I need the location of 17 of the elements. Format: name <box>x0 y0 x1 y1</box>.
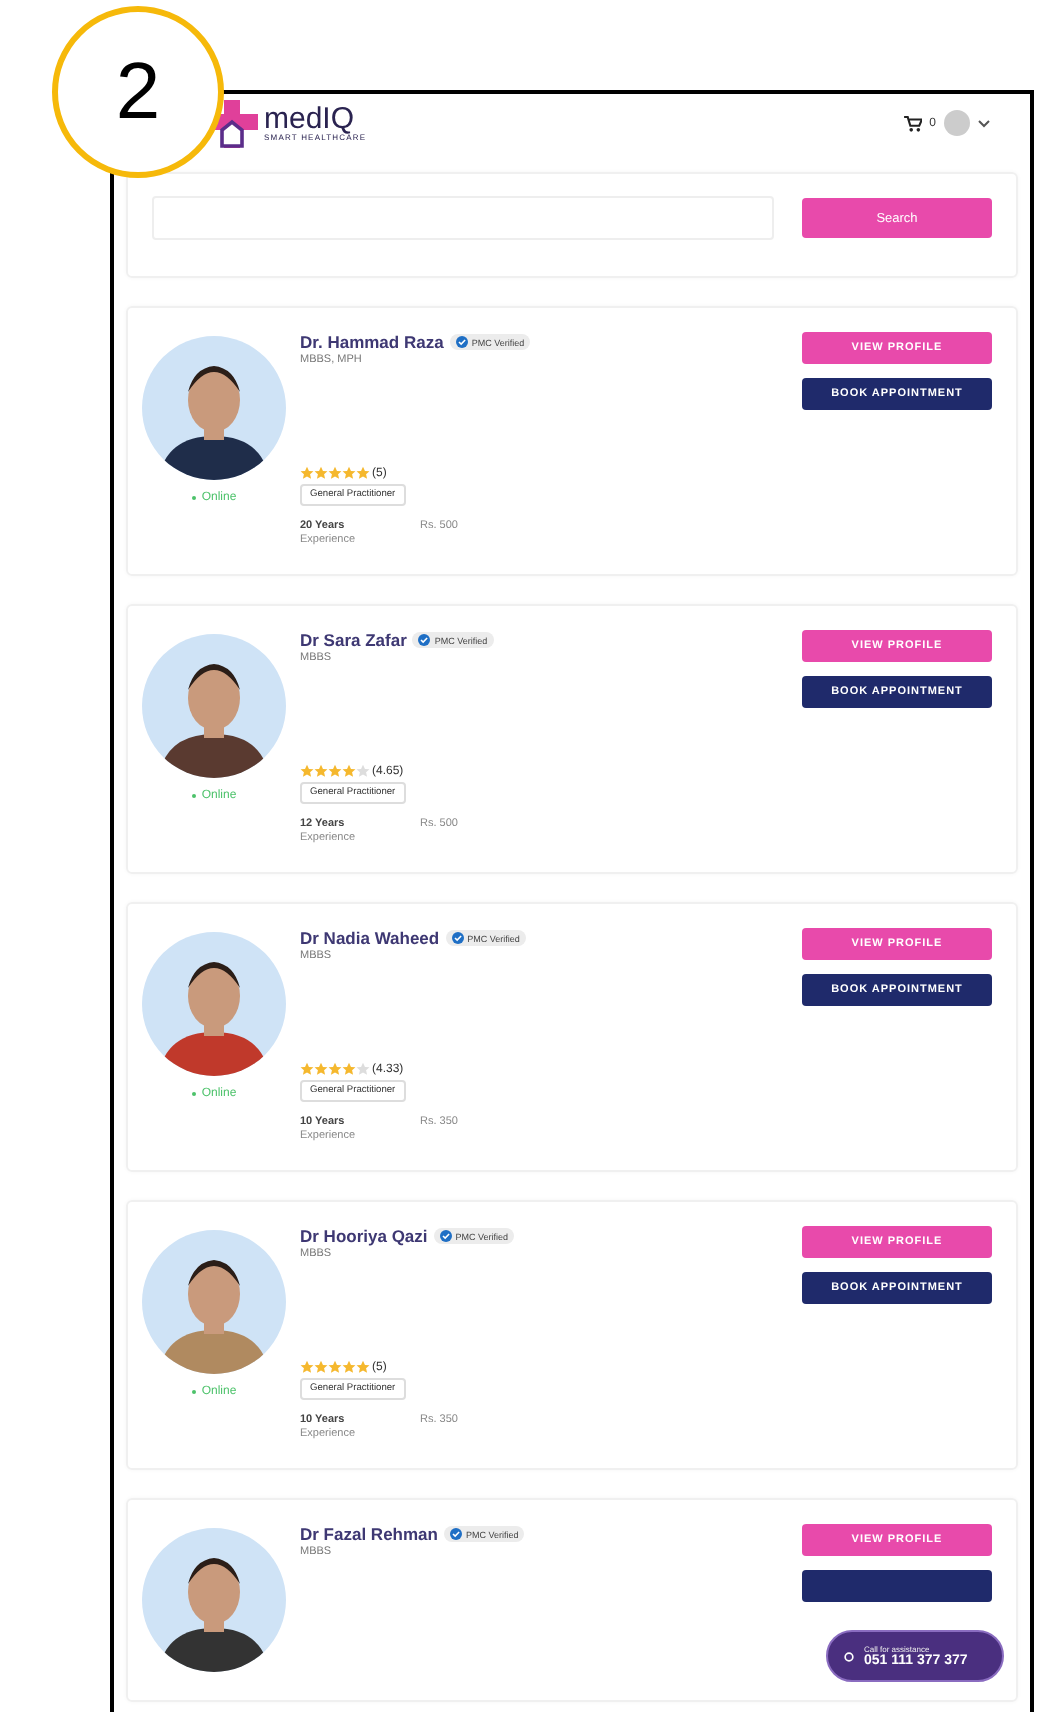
verified-check-icon <box>439 1230 452 1242</box>
book-appointment-button[interactable] <box>802 1570 992 1602</box>
logo-text: medIQ <box>264 104 355 134</box>
chevron-down-icon[interactable] <box>978 119 990 127</box>
step-number: 2 <box>52 6 224 178</box>
cart-icon[interactable] <box>903 115 922 131</box>
doctor-name: Dr Nadia Waheed <box>300 928 440 948</box>
verified-check-icon <box>451 932 464 944</box>
circle-icon <box>844 1651 854 1661</box>
verified-check-icon <box>455 336 468 348</box>
doctor-name: Dr Fazal Rehman <box>300 1524 438 1544</box>
doctor-name: Dr. Hammad Raza <box>300 332 444 352</box>
doctor-name: Dr Sara Zafar <box>300 630 407 650</box>
verified-check-icon <box>449 1528 462 1540</box>
user-avatar[interactable] <box>944 110 970 136</box>
doctor-name: Dr Hooriya Qazi <box>300 1226 428 1246</box>
verified-check-icon <box>418 634 431 646</box>
